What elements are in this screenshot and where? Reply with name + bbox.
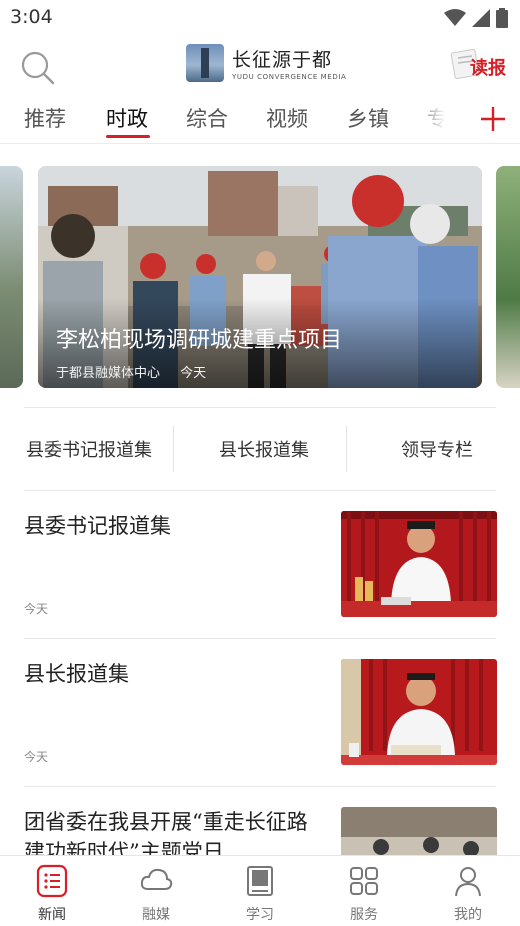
divider xyxy=(24,786,496,787)
divider xyxy=(24,490,496,491)
news-list-item[interactable]: 团省委在我县开展“重走长征路 建功新时代”主题党日… xyxy=(24,807,498,855)
cloud-icon xyxy=(140,868,173,890)
nav-label: 融媒 xyxy=(142,907,170,923)
carousel-slide[interactable]: 李松柏现场调研城建重点项目 于都县融媒体中心 今天 xyxy=(38,166,482,388)
bottom-nav: 新闻 融媒 学习 服务 我的 xyxy=(0,855,520,926)
battery-icon xyxy=(496,8,508,28)
column-separator xyxy=(173,426,174,472)
study-book-icon xyxy=(247,866,273,896)
column-shortcuts: 县委书记报道集 县长报道集 领导专栏 xyxy=(0,424,520,474)
person-icon xyxy=(455,867,481,897)
news-title: 团省委在我县开展“重走长征路 建功新时代”主题党日… xyxy=(24,810,308,855)
status-bar: 3:04 xyxy=(0,0,520,34)
news-title: 县委书记报道集 xyxy=(24,514,171,538)
nav-label: 我的 xyxy=(454,907,482,923)
news-list-item[interactable]: 县委书记报道集 今天 xyxy=(24,511,498,659)
slide-source: 于都县融媒体中心 xyxy=(56,366,161,381)
channel-tabs: 推荐 时政 综合 视频 乡镇 专 xyxy=(0,98,520,144)
column-secretary-reports[interactable]: 县委书记报道集 xyxy=(26,436,152,462)
news-title: 县长报道集 xyxy=(24,662,129,686)
news-thumbnail xyxy=(341,659,497,765)
carousel-prev-slide[interactable] xyxy=(0,166,23,388)
tab-recommend[interactable]: 推荐 xyxy=(24,103,66,133)
news-time: 今天 xyxy=(24,750,49,764)
column-leaders[interactable]: 领导专栏 xyxy=(401,436,473,462)
search-icon[interactable] xyxy=(18,48,58,88)
nav-label: 学习 xyxy=(246,907,274,923)
carousel-next-slide[interactable] xyxy=(496,166,520,388)
news-thumbnail xyxy=(341,511,497,617)
divider xyxy=(24,638,496,639)
active-tab-indicator xyxy=(106,135,150,138)
status-icons xyxy=(444,8,508,28)
tab-towns[interactable]: 乡镇 xyxy=(347,103,389,133)
divider xyxy=(24,407,496,408)
logo-title: 长征源于都 xyxy=(232,49,333,71)
nav-news[interactable]: 新闻 xyxy=(12,864,92,924)
tab-general[interactable]: 综合 xyxy=(186,103,228,133)
nav-services[interactable]: 服务 xyxy=(324,864,404,924)
nav-media[interactable]: 融媒 xyxy=(116,864,196,924)
tab-fade xyxy=(412,98,460,142)
app-logo: 长征源于都 YUDU CONVERGENCE MEDIA xyxy=(186,44,346,82)
slide-meta: 于都县融媒体中心 今天 xyxy=(56,362,222,381)
slide-title: 李松柏现场调研城建重点项目 xyxy=(56,328,343,353)
slide-time: 今天 xyxy=(180,366,207,381)
grid-icon xyxy=(350,867,378,895)
signal-icon xyxy=(472,9,490,27)
app-header: 长征源于都 YUDU CONVERGENCE MEDIA 读报 xyxy=(0,36,520,96)
nav-label: 新闻 xyxy=(38,907,66,923)
column-separator xyxy=(346,426,347,472)
news-thumbnail xyxy=(341,807,497,855)
read-paper-label: 读报 xyxy=(470,58,506,79)
nav-label: 服务 xyxy=(350,907,378,923)
headline-carousel[interactable]: 李松柏现场调研城建重点项目 于都县融媒体中心 今天 xyxy=(0,162,520,392)
add-channel-icon[interactable] xyxy=(478,104,508,134)
column-county-head-reports[interactable]: 县长报道集 xyxy=(219,436,309,462)
wifi-icon xyxy=(444,9,466,26)
read-paper-button[interactable]: 读报 xyxy=(450,46,506,82)
tab-video[interactable]: 视频 xyxy=(266,103,308,133)
nav-study[interactable]: 学习 xyxy=(220,864,300,924)
logo-subtitle: YUDU CONVERGENCE MEDIA xyxy=(232,73,347,81)
news-time: 今天 xyxy=(24,602,49,616)
logo-monument-icon xyxy=(186,44,224,82)
news-list-icon xyxy=(36,864,68,898)
nav-profile[interactable]: 我的 xyxy=(428,864,508,924)
news-list-item[interactable]: 县长报道集 今天 xyxy=(24,659,498,807)
tab-politics[interactable]: 时政 xyxy=(106,103,148,133)
status-time: 3:04 xyxy=(10,6,53,28)
